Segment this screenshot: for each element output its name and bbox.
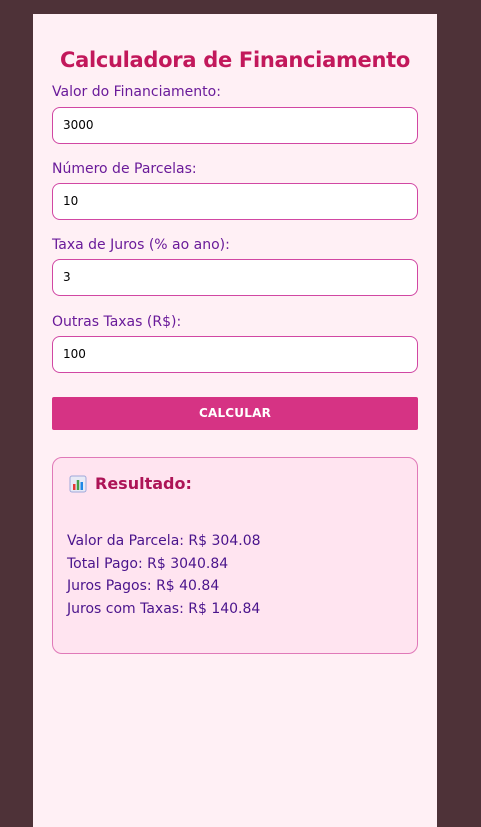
financing-amount-input[interactable]: 3000	[52, 107, 418, 144]
result-title: Resultado:	[95, 474, 192, 493]
result-panel: Resultado: Valor da Parcela: R$ 304.08 T…	[52, 457, 418, 654]
page-title: Calculadora de Financiamento	[59, 48, 410, 72]
total-paid-text: Total Pago: R$ 3040.84	[67, 555, 229, 572]
interest-paid-text: Juros Pagos: R$ 40.84	[67, 578, 220, 594]
interest-with-fees-text: Juros com Taxas: R$ 140.84	[67, 600, 261, 617]
installments-input[interactable]: 10	[52, 183, 418, 220]
installments-label: Número de Parcelas:	[52, 161, 197, 177]
financing-amount-label: Valor do Financiamento:	[52, 84, 221, 100]
installment-value-text: Valor da Parcela: R$ 304.08	[67, 533, 261, 549]
calculate-button[interactable]: CALCULAR	[52, 397, 418, 430]
calculator-card: Calculadora de Financiamento Valor do Fi…	[33, 14, 437, 827]
interest-rate-label: Taxa de Juros (% ao ano):	[52, 237, 230, 253]
result-header: Resultado:	[69, 474, 192, 493]
interest-rate-input[interactable]: 3	[52, 259, 418, 296]
other-fees-input[interactable]: 100	[52, 336, 418, 373]
result-lines: Valor da Parcela: R$ 304.08 Total Pago: …	[67, 530, 261, 620]
bar-chart-icon	[69, 475, 87, 493]
other-fees-label: Outras Taxas (R$):	[52, 314, 182, 330]
